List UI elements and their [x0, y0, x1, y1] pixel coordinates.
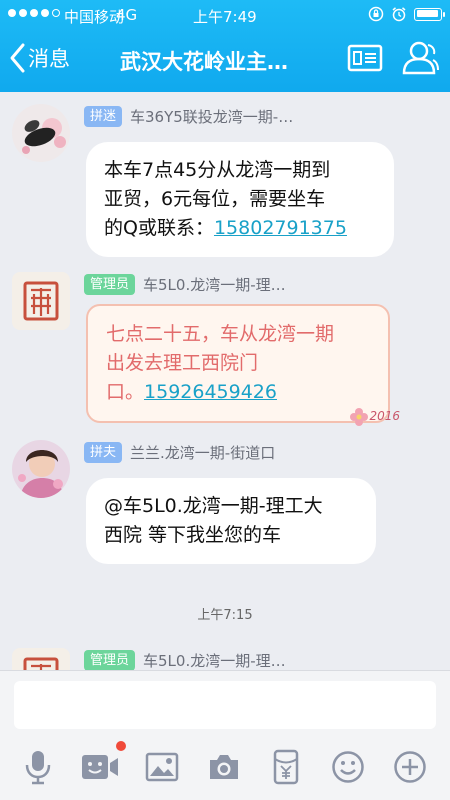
status-time: 上午7:49	[193, 8, 257, 26]
voice-button[interactable]	[16, 745, 60, 789]
camera-icon	[210, 755, 238, 779]
input-toolbar	[0, 741, 450, 789]
header: 中国移动 4G 上午7:49 消息 武汉大花岭业主…	[0, 0, 450, 92]
video-call-button[interactable]	[78, 741, 126, 789]
microphone-icon	[25, 751, 51, 785]
flower-icon	[350, 407, 369, 426]
phone-link[interactable]: 15926459426	[144, 381, 277, 403]
battery-icon	[414, 7, 445, 21]
red-packet-button[interactable]	[264, 745, 308, 789]
back-label: 消息	[28, 47, 70, 71]
input-area	[0, 670, 450, 800]
group-card-button[interactable]	[347, 42, 383, 78]
chat-title: 武汉大花岭业主…	[120, 50, 288, 74]
emoji-button[interactable]	[326, 745, 370, 789]
plus-icon	[394, 751, 426, 783]
bubble-decoration-year: 2016	[369, 409, 400, 423]
back-button[interactable]: 消息	[8, 42, 70, 74]
red-packet-icon	[273, 749, 299, 785]
nav-bar: 消息 武汉大花岭业主…	[0, 36, 450, 86]
message-bubble[interactable]: @车5L0.龙湾一期-理工大 西院 等下我坐您的车	[86, 478, 376, 564]
chevron-left-icon	[10, 43, 25, 73]
rotation-lock-icon	[368, 6, 384, 22]
more-button[interactable]	[388, 745, 432, 789]
message-bubble[interactable]: 七点二十五，车从龙湾一期 出发去理工西院门 口。15926459426 2016	[86, 304, 400, 426]
bubble-decoration: 2016	[349, 402, 400, 431]
avatar[interactable]	[12, 104, 70, 162]
status-bar: 中国移动 4G 上午7:49	[0, 0, 450, 30]
signal-strength-icon	[8, 9, 60, 17]
group-members-button[interactable]	[400, 38, 440, 82]
role-badge: 管理员	[84, 649, 136, 670]
image-button[interactable]	[140, 745, 184, 789]
image-icon	[145, 752, 179, 782]
avatar[interactable]	[12, 440, 70, 498]
profile-card-icon	[347, 44, 383, 72]
avatar[interactable]	[12, 272, 70, 330]
sender-name[interactable]: 车36Y5联投龙湾一期-…	[130, 106, 293, 127]
emoji-icon	[332, 751, 364, 783]
avatar[interactable]	[12, 648, 70, 670]
role-badge: 管理员	[84, 273, 136, 295]
network-type: 4G	[116, 6, 138, 24]
camera-button[interactable]	[202, 745, 246, 789]
sender-name[interactable]: 车5L0.龙湾一期-理…	[143, 650, 286, 671]
notification-dot	[116, 741, 126, 751]
alarm-icon	[392, 7, 406, 22]
message-input[interactable]	[14, 681, 436, 729]
chat-area[interactable]: 拼迷 车36Y5联投龙湾一期-… 本车7点45分从龙湾一期到 亚贸，6元每位，需…	[0, 92, 450, 670]
message-bubble[interactable]: 本车7点45分从龙湾一期到 亚贸，6元每位，需要坐车 的Q或联系：1580279…	[86, 142, 394, 257]
role-badge: 拼夫	[84, 441, 123, 463]
group-members-icon	[402, 41, 439, 75]
video-icon	[82, 755, 118, 779]
sender-name[interactable]: 兰兰.龙湾一期-街道口	[130, 442, 275, 463]
sender-name[interactable]: 车5L0.龙湾一期-理…	[143, 274, 286, 295]
time-separator: 上午7:15	[197, 608, 253, 623]
phone-link[interactable]: 15802791375	[214, 217, 347, 239]
carrier-name: 中国移动	[64, 8, 125, 26]
role-badge: 拼迷	[84, 105, 123, 127]
